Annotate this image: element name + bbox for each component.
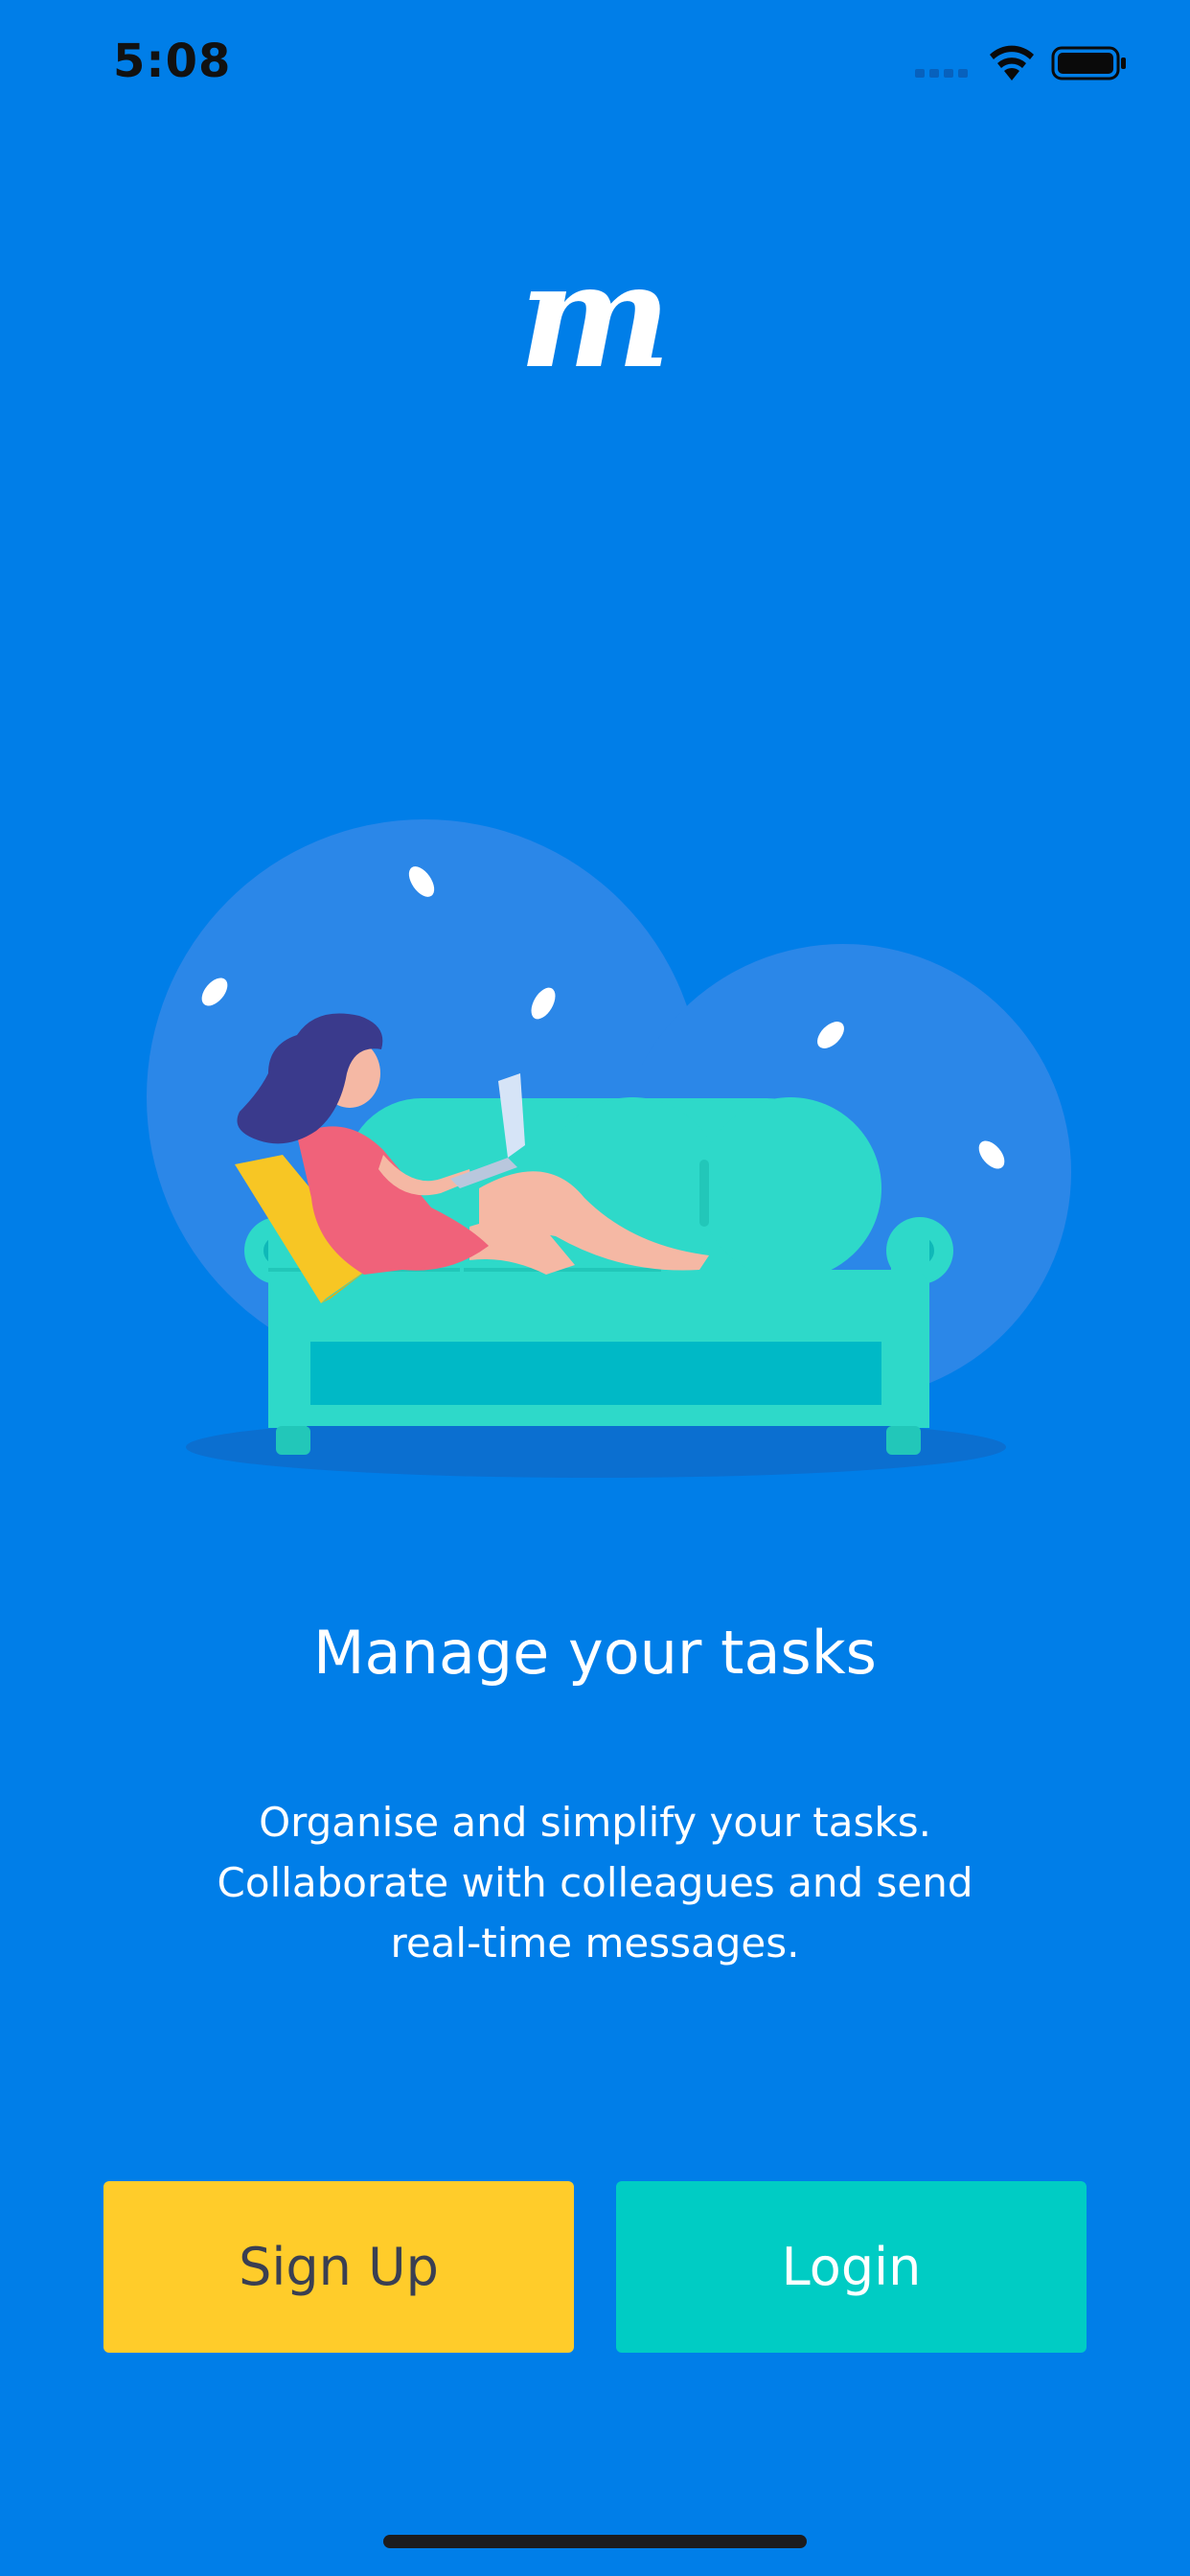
onboarding-description: Organise and simplify your tasks. Collab… — [0, 1792, 1190, 1973]
wifi-icon — [990, 45, 1034, 80]
description-line: Organise and simplify your tasks. — [259, 1799, 931, 1846]
illustration-woman-on-sofa — [147, 819, 1071, 1478]
home-indicator[interactable] — [383, 2535, 807, 2548]
status-bar: 5:08 — [0, 0, 1190, 134]
status-time: 5:08 — [113, 34, 232, 88]
description-line: real-time messages. — [390, 1920, 800, 1966]
sign-up-button[interactable]: Sign Up — [103, 2181, 574, 2353]
page-title: Manage your tasks — [313, 1618, 877, 1688]
signal-icon — [915, 69, 968, 78]
app-logo: m — [518, 232, 672, 401]
description-line: Collaborate with colleagues and send — [217, 1859, 973, 1906]
login-button[interactable]: Login — [616, 2181, 1087, 2353]
battery-icon — [1051, 46, 1126, 80]
